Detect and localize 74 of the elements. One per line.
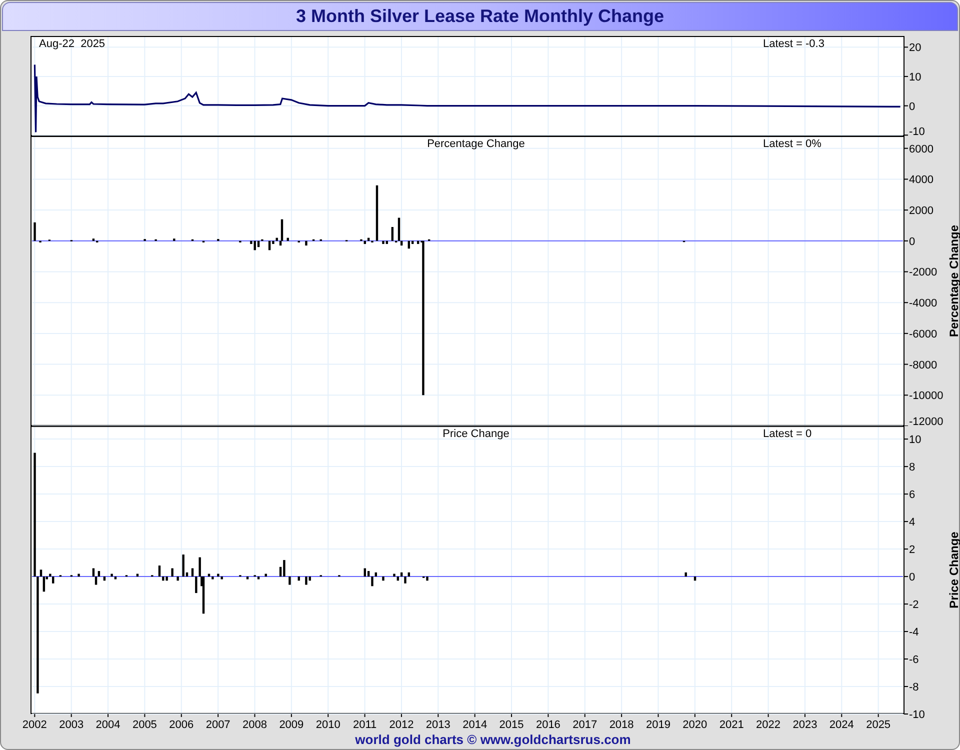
bar	[376, 185, 378, 241]
axis-tick-label: 4000	[909, 174, 934, 186]
axis-tick-label: 2020	[682, 719, 708, 731]
bar	[288, 576, 291, 585]
footer-credit: world gold charts © www.goldchartsrus.com	[355, 732, 631, 748]
axis-tick-label: 2025	[866, 719, 891, 731]
axis-tick-label: -10	[909, 709, 925, 721]
bar	[305, 240, 308, 246]
axis-tick-label: 2022	[756, 719, 781, 731]
axis-tick-label: 2005	[132, 719, 157, 731]
axis-tick-label: 2023	[792, 719, 818, 731]
axis-tick-label: 2017	[572, 719, 598, 731]
axis-tick-label: 2015	[499, 719, 524, 731]
axis-tick-label: 2012	[389, 719, 414, 731]
axis-tick-label: 2002	[22, 719, 47, 731]
axis-tick-label: 0	[909, 236, 916, 248]
axis-tick-label: 2016	[536, 719, 560, 731]
axis-tick-label: 0	[909, 572, 916, 584]
bar	[171, 568, 174, 577]
axis-tick-label: 0	[909, 100, 916, 113]
panel-title: Price Change	[442, 428, 510, 440]
axis-tick-label: -10000	[909, 390, 944, 402]
axis-tick-label: 2	[909, 544, 916, 556]
axis-tick-label: 10	[909, 434, 922, 446]
axis-tick-label: 6000	[909, 143, 934, 156]
axis-tick-label: -8	[909, 682, 919, 694]
bar	[694, 576, 696, 581]
panel-title: Percentage Change	[427, 138, 525, 150]
bar	[684, 572, 687, 577]
axis-tick-label: 8	[909, 462, 916, 474]
chart-date: Aug-22 2025	[39, 38, 106, 50]
axis-tick-label: 6	[909, 489, 916, 502]
axis-tick-label: 2008	[242, 719, 267, 731]
chart-title: 3 Month Silver Lease Rate Monthly Change	[296, 5, 664, 28]
axis-tick-label: -2000	[909, 266, 938, 279]
axis-tick-label: 2019	[646, 719, 670, 731]
bar	[246, 576, 249, 580]
axis-tick-label: -10	[909, 126, 925, 136]
axis-tick-label: 20	[909, 42, 922, 54]
axis-tick-label: -6	[909, 654, 919, 666]
bar	[264, 574, 267, 577]
axis-tick-label: 2018	[609, 719, 634, 731]
latest-value: Latest = -0.3	[763, 38, 824, 50]
axis-tick-label: 4	[909, 516, 916, 529]
latest-value: Latest = 0%	[763, 138, 822, 150]
axis-tick-label: 10	[909, 71, 922, 84]
axis-tick-label: -4000	[909, 298, 938, 310]
axis-tick-label: 2013	[426, 719, 450, 731]
axis-tick-label: 2014	[462, 719, 488, 731]
axis-tick-label: 2010	[316, 719, 340, 731]
bar	[136, 574, 139, 577]
bar	[103, 576, 106, 581]
axis-tick-label: 2024	[829, 719, 854, 731]
axis-tick-label: 2003	[59, 719, 84, 731]
bar	[382, 576, 384, 581]
bar	[176, 576, 179, 581]
axis-tick-label: 2021	[719, 719, 744, 731]
latest-value: Latest = 0	[763, 428, 812, 440]
bar	[34, 222, 36, 241]
axis-tick-label: -8000	[909, 359, 938, 372]
axis-tick-label: 2007	[206, 719, 230, 731]
axis-tick-label: 2009	[279, 719, 304, 731]
axis-tick-label: 2011	[352, 719, 377, 731]
bar	[286, 238, 289, 241]
bar	[173, 238, 176, 241]
axis-tick-label: -4	[909, 626, 919, 639]
axis-tick-label: -12000	[909, 416, 944, 426]
axis-tick-label: 2006	[169, 719, 194, 731]
bar	[78, 574, 80, 577]
axis-tick-label: 2004	[96, 719, 120, 731]
bar	[298, 576, 300, 581]
axis-tick-label: 2000	[909, 205, 934, 218]
axis-tick-label: -6000	[909, 328, 938, 340]
axis-tick-label: -2	[909, 599, 919, 612]
